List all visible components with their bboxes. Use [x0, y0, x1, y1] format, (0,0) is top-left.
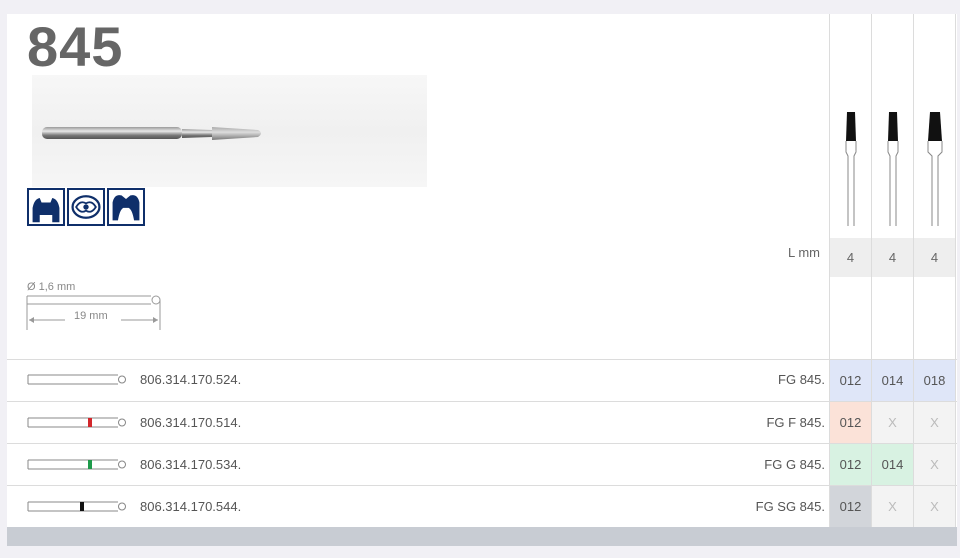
- table-row[interactable]: 806.314.170.544. FG SG 845.: [7, 486, 829, 528]
- size-cell-unavailable: X: [914, 444, 955, 485]
- size-cell[interactable]: 014: [872, 360, 913, 401]
- product-card: 845 Ø 1,6 mm 19 mm L mm 4 4 4 806.314.17…: [7, 14, 957, 527]
- product-name: FG 845.: [778, 372, 825, 387]
- product-title: 845: [27, 15, 124, 78]
- size-cell[interactable]: 014: [872, 444, 913, 485]
- column-divider: [955, 14, 956, 527]
- article-number: 806.314.170.514.: [140, 415, 242, 430]
- bur-mini-icon: [27, 417, 126, 428]
- size-cell-unavailable: X: [914, 402, 955, 443]
- bur-mini-icon: [27, 501, 126, 512]
- grit-stripe-black: [80, 502, 84, 511]
- crown-preparation-icon: [27, 188, 65, 226]
- length-value: 4: [914, 238, 955, 277]
- product-name: FG G 845.: [764, 457, 825, 472]
- grit-stripe-green: [88, 460, 92, 469]
- bur-head-014: [887, 112, 899, 226]
- size-cell-unavailable: X: [914, 486, 955, 527]
- article-number: 806.314.170.524.: [140, 372, 242, 387]
- bur-mini-icon: [27, 374, 126, 385]
- bur-image: [42, 127, 261, 140]
- size-cell-unavailable: X: [872, 486, 913, 527]
- bur-head-018: [927, 112, 943, 226]
- tooth-molar-icon: [107, 188, 145, 226]
- product-name: FG SG 845.: [755, 499, 825, 514]
- table-row[interactable]: 806.314.170.514. FG F 845.: [7, 402, 829, 444]
- product-name: FG F 845.: [766, 415, 825, 430]
- table-row[interactable]: 806.314.170.534. FG G 845.: [7, 444, 829, 486]
- size-cell-unavailable: X: [872, 402, 913, 443]
- size-cell[interactable]: 012: [830, 360, 871, 401]
- tooth-occlusal-icon: [67, 188, 105, 226]
- article-number: 806.314.170.534.: [140, 457, 242, 472]
- size-cell[interactable]: 018: [914, 360, 955, 401]
- table-row[interactable]: 806.314.170.524. FG 845.: [7, 359, 829, 401]
- length-value: 4: [872, 238, 913, 277]
- indication-icons: [27, 188, 145, 226]
- article-number: 806.314.170.544.: [140, 499, 242, 514]
- length-mm-label: L mm: [787, 245, 820, 260]
- bur-head-diagrams: [845, 112, 943, 226]
- size-cell[interactable]: 012: [830, 402, 871, 443]
- size-cell[interactable]: 012: [830, 486, 871, 527]
- product-photo: [32, 75, 427, 187]
- grit-stripe-red: [88, 418, 92, 427]
- length-label: 19 mm: [74, 310, 108, 322]
- size-cell[interactable]: 012: [830, 444, 871, 485]
- bur-head-012: [845, 112, 857, 226]
- bur-mini-icon: [27, 459, 126, 470]
- length-value: 4: [830, 238, 871, 277]
- footer-bar: [7, 527, 957, 546]
